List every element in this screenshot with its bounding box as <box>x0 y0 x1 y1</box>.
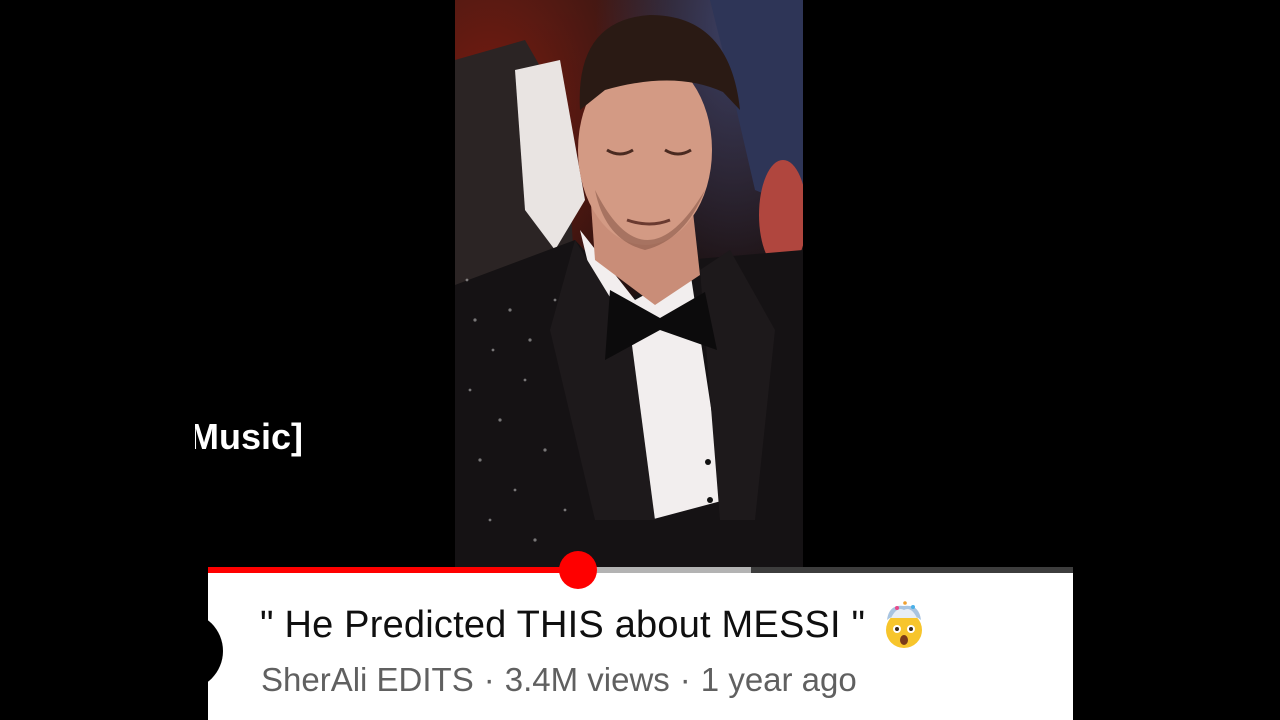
video-title[interactable]: " He Predicted THIS about MESSI " <box>260 604 865 647</box>
title-row: " He Predicted THIS about MESSI " <box>260 599 929 651</box>
side-button[interactable] <box>145 612 223 690</box>
exploding-head-emoji-icon <box>886 601 923 648</box>
caption-overlay: Music] <box>195 414 315 460</box>
video-frame[interactable] <box>455 0 803 567</box>
video-meta-row: SherAli EDITS · 3.4M views · 1 year ago <box>261 661 857 699</box>
progress-bar[interactable] <box>208 551 1073 589</box>
progress-scrubber-handle[interactable] <box>559 551 598 589</box>
channel-name[interactable]: SherAli EDITS <box>261 661 474 699</box>
progress-played <box>208 567 579 573</box>
video-still-image <box>455 0 803 567</box>
meta-separator: · <box>483 661 495 698</box>
meta-separator: · <box>679 661 691 698</box>
upload-age: 1 year ago <box>700 661 857 698</box>
view-count: 3.4M views <box>504 661 670 698</box>
video-info-panel: " He Predicted THIS about MESSI " SherAl… <box>208 551 1073 720</box>
caption-text: Music] <box>195 416 303 457</box>
